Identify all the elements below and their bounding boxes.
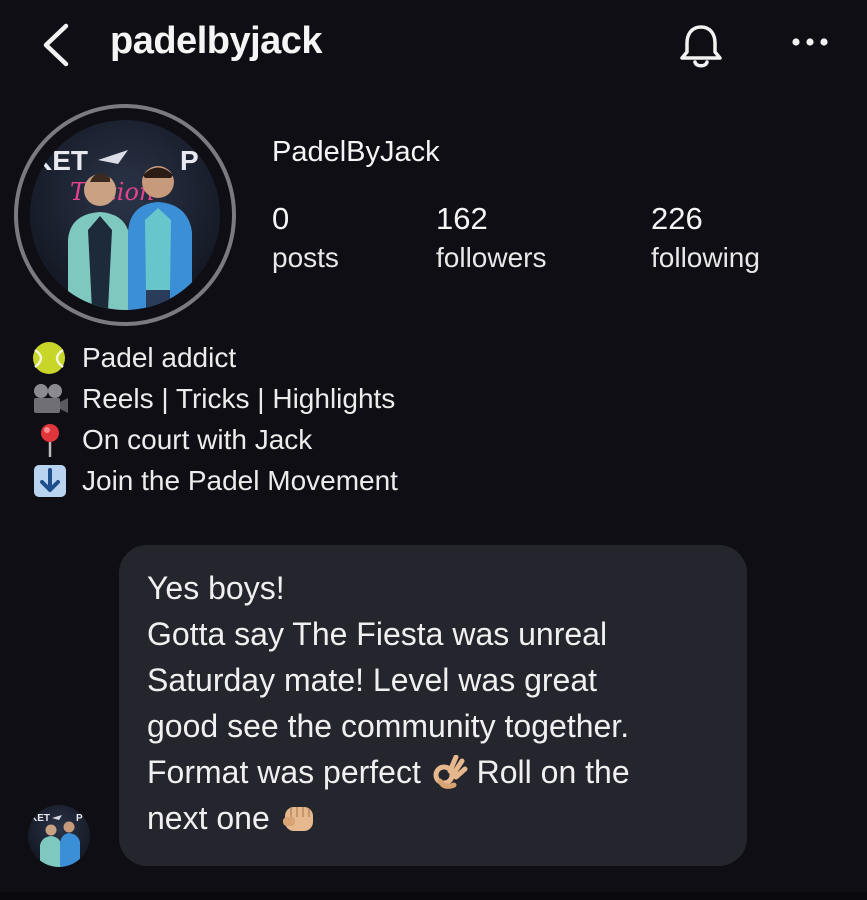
back-button[interactable] <box>38 22 74 68</box>
profile-avatar[interactable]: KET P Tiction <box>14 104 236 326</box>
sender-avatar-logo-text: KET <box>30 813 50 824</box>
bio-text: Join the Padel Movement <box>82 465 398 496</box>
avatar-logo-text: KET <box>32 145 88 176</box>
message-line-part: next one <box>147 800 270 836</box>
message-line: Format was perfect Roll on the <box>147 749 630 795</box>
sender-avatar-logo-text-right: P <box>76 813 83 824</box>
message-line: good see the community together. <box>147 708 630 744</box>
stat-following[interactable]: 226 following <box>651 200 760 278</box>
more-options-button[interactable] <box>790 34 830 50</box>
avatar-logo-text-right: P <box>180 145 199 176</box>
profile-username: padelbyjack <box>110 20 323 62</box>
followers-count: 162 <box>436 201 488 236</box>
message-bubble[interactable]: Yes boys! Gotta say The Fiesta was unrea… <box>119 545 747 866</box>
followers-label: followers <box>436 242 547 273</box>
posts-count: 0 <box>272 201 290 236</box>
message-line: Saturday mate! Level was great <box>147 662 598 698</box>
bio-text: Padel addict <box>82 342 237 373</box>
fist-bump-icon <box>282 807 313 831</box>
top-bar: padelbyjack <box>0 0 867 90</box>
posts-label: posts <box>272 242 339 273</box>
message-line: Gotta say The Fiesta was unreal <box>147 616 608 652</box>
following-count: 226 <box>651 201 703 236</box>
more-horizontal-icon <box>792 38 828 46</box>
message-line-part: Roll on the <box>476 754 630 790</box>
movie-camera-icon <box>34 384 68 413</box>
following-label: following <box>651 242 760 273</box>
stat-followers[interactable]: 162 followers <box>436 200 546 278</box>
avatar-photo: KET P Tiction <box>30 120 220 310</box>
chevron-left-icon <box>43 23 69 67</box>
tennis-ball-icon <box>33 342 65 374</box>
bell-icon <box>680 25 722 68</box>
sender-avatar[interactable]: KET P <box>28 805 90 867</box>
bio-text: Reels | Tricks | Highlights <box>82 383 396 414</box>
stat-posts[interactable]: 0 posts <box>272 200 339 278</box>
message-line: next one <box>147 795 630 841</box>
bottom-edge <box>0 892 867 900</box>
ok-hand-icon <box>433 755 468 789</box>
notifications-button[interactable] <box>678 22 724 70</box>
round-pushpin-icon <box>41 424 59 457</box>
bio-text: On court with Jack <box>82 424 313 455</box>
profile-display-name: PadelByJack <box>272 136 440 168</box>
message-line: Yes boys! <box>147 570 285 606</box>
down-arrow-icon <box>34 465 66 497</box>
message-text: Yes boys! Gotta say The Fiesta was unrea… <box>147 565 630 841</box>
message-line-part: Format was perfect <box>147 754 421 790</box>
